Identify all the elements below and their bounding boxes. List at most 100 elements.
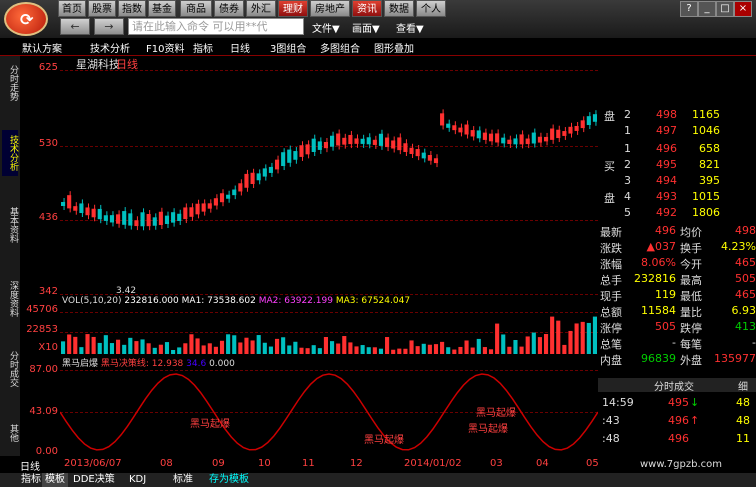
nav-btn-data[interactable]: 数据	[384, 0, 414, 17]
order-side-label: 盘	[604, 192, 615, 205]
bottom-tabs: 指标 模板 DDE决策 KDJ 标准 存为模板	[0, 473, 756, 487]
nav-trades[interactable]: 分时成交	[2, 346, 18, 392]
tool-3-chart[interactable]: 3图组合	[270, 40, 306, 55]
nav-basic-info[interactable]: 基本资料	[2, 202, 18, 248]
candle-body	[574, 126, 579, 131]
nav-other[interactable]: 其他	[2, 418, 18, 448]
volume-bar	[458, 346, 463, 354]
volume-bar	[305, 348, 310, 354]
tool-default-scheme[interactable]: 默认方案	[22, 40, 62, 55]
maximize-button[interactable]: □	[716, 1, 734, 17]
nav-btn-stock[interactable]: 股票	[88, 0, 116, 17]
candle-body	[311, 138, 316, 152]
candle-body	[336, 133, 341, 146]
info-label: 总额	[600, 306, 622, 319]
nav-btn-finance[interactable]: 理财	[278, 0, 308, 17]
y-label-main-1: 530	[38, 138, 58, 149]
tab-indicator[interactable]: 指标	[18, 473, 44, 487]
info-value: 119	[655, 288, 676, 301]
volume-bar	[195, 338, 200, 354]
trade-price: 495	[668, 396, 689, 409]
info-label: 涨跌	[600, 242, 622, 255]
nav-btn-realestate[interactable]: 房地产	[310, 0, 350, 17]
trades-header: 分时成交 细	[598, 378, 756, 393]
nav-btn-forex[interactable]: 外汇	[246, 0, 276, 17]
x-tick: 09	[212, 458, 225, 469]
tool-f10[interactable]: F10资料	[146, 40, 184, 55]
nav-deep-info[interactable]: 深度资料	[2, 276, 18, 322]
volume-bar	[372, 347, 377, 354]
nav-btn-index[interactable]: 指数	[118, 0, 146, 17]
tab-dde[interactable]: DDE决策	[70, 473, 118, 487]
candle-body	[372, 139, 377, 145]
nav-intraday[interactable]: 分时走势	[2, 60, 18, 106]
bid-row: 3 494 395	[598, 174, 756, 190]
info-label: 最低	[680, 290, 702, 303]
menu-view[interactable]: 查看▼	[396, 20, 424, 35]
candle-body	[134, 220, 139, 227]
candle-body	[226, 194, 231, 199]
app-logo[interactable]: ⟳	[4, 2, 48, 36]
volume-bar	[580, 321, 585, 354]
nav-btn-personal[interactable]: 个人	[416, 0, 446, 17]
menu-view-screen[interactable]: 画面▼	[352, 20, 380, 35]
nav-technical[interactable]: 技术分析	[2, 130, 18, 176]
info-label: 最高	[680, 274, 702, 287]
candle-body	[195, 203, 200, 215]
logo-icon: ⟳	[20, 10, 34, 29]
volume-bar	[488, 349, 494, 354]
volume-bar	[519, 346, 524, 354]
title-bar: ⟳ 首页 股票 指数 基金 商品 债券 外汇 理财 房地产 资讯 数据 个人 ?…	[0, 0, 756, 38]
decision-line	[60, 373, 598, 451]
menu-file[interactable]: 文件▼	[312, 20, 340, 35]
tab-save-template[interactable]: 存为模板	[206, 473, 252, 487]
help-button[interactable]: ?	[680, 1, 698, 17]
x-period-label[interactable]: 日线	[20, 458, 40, 473]
volume-bar	[592, 316, 597, 354]
order-volume: 1046	[692, 124, 720, 137]
tool-daily[interactable]: 日线	[230, 40, 250, 55]
order-level: 1	[624, 142, 631, 155]
chart-area[interactable]: 星湖科技 日线 625 530 436 342 3.42 VOL(5,10,20…	[20, 56, 598, 458]
ask-row: 盘 2 498 1165	[598, 108, 756, 124]
trade-direction-icon: ↓	[690, 396, 700, 409]
tool-overlay[interactable]: 图形叠加	[374, 40, 414, 55]
candle-body	[427, 155, 432, 161]
tool-multi-chart[interactable]: 多图组合	[320, 40, 360, 55]
tool-tech-analysis[interactable]: 技术分析	[90, 40, 130, 55]
y-label-vol-2: X10	[38, 342, 58, 353]
candle-body	[556, 129, 561, 139]
volume-bar	[385, 337, 390, 354]
minimize-button[interactable]: _	[698, 1, 716, 17]
forward-arrow-icon[interactable]: →	[94, 18, 124, 35]
volume-bar	[311, 345, 316, 354]
tool-indicator[interactable]: 指标	[193, 40, 213, 55]
nav-btn-commodity[interactable]: 商品	[180, 0, 212, 17]
trades-tab-detail[interactable]: 细	[738, 378, 748, 393]
tab-template[interactable]: 模板	[42, 473, 68, 487]
vol-indicator-name: VOL(5,10,20)	[62, 296, 122, 306]
nav-btn-bond[interactable]: 债券	[214, 0, 244, 17]
y-label-main-2: 436	[38, 212, 58, 223]
nav-btn-home[interactable]: 首页	[58, 0, 86, 17]
nav-btn-news[interactable]: 资讯	[352, 0, 382, 17]
nav-btn-fund[interactable]: 基金	[148, 0, 176, 17]
tab-kdj[interactable]: KDJ	[126, 473, 149, 487]
volume-bar	[207, 343, 212, 354]
candle-body	[299, 145, 304, 157]
trade-row: :48 496 11	[598, 432, 756, 448]
candle-body	[409, 147, 414, 154]
order-volume: 658	[699, 142, 720, 155]
order-price: 495	[656, 158, 677, 171]
order-level: 3	[624, 174, 631, 187]
back-arrow-icon[interactable]: ←	[60, 18, 90, 35]
close-button[interactable]: ×	[734, 1, 752, 17]
candle-body	[287, 149, 292, 163]
volume-bar	[336, 343, 341, 354]
tab-standard[interactable]: 标准	[170, 473, 196, 487]
volume-bar	[171, 349, 176, 354]
command-input[interactable]: 请在此输入命令 可以用**代	[128, 18, 304, 35]
volume-bar	[73, 336, 78, 354]
info-value: 465	[735, 288, 756, 301]
volume-bar	[287, 345, 292, 354]
